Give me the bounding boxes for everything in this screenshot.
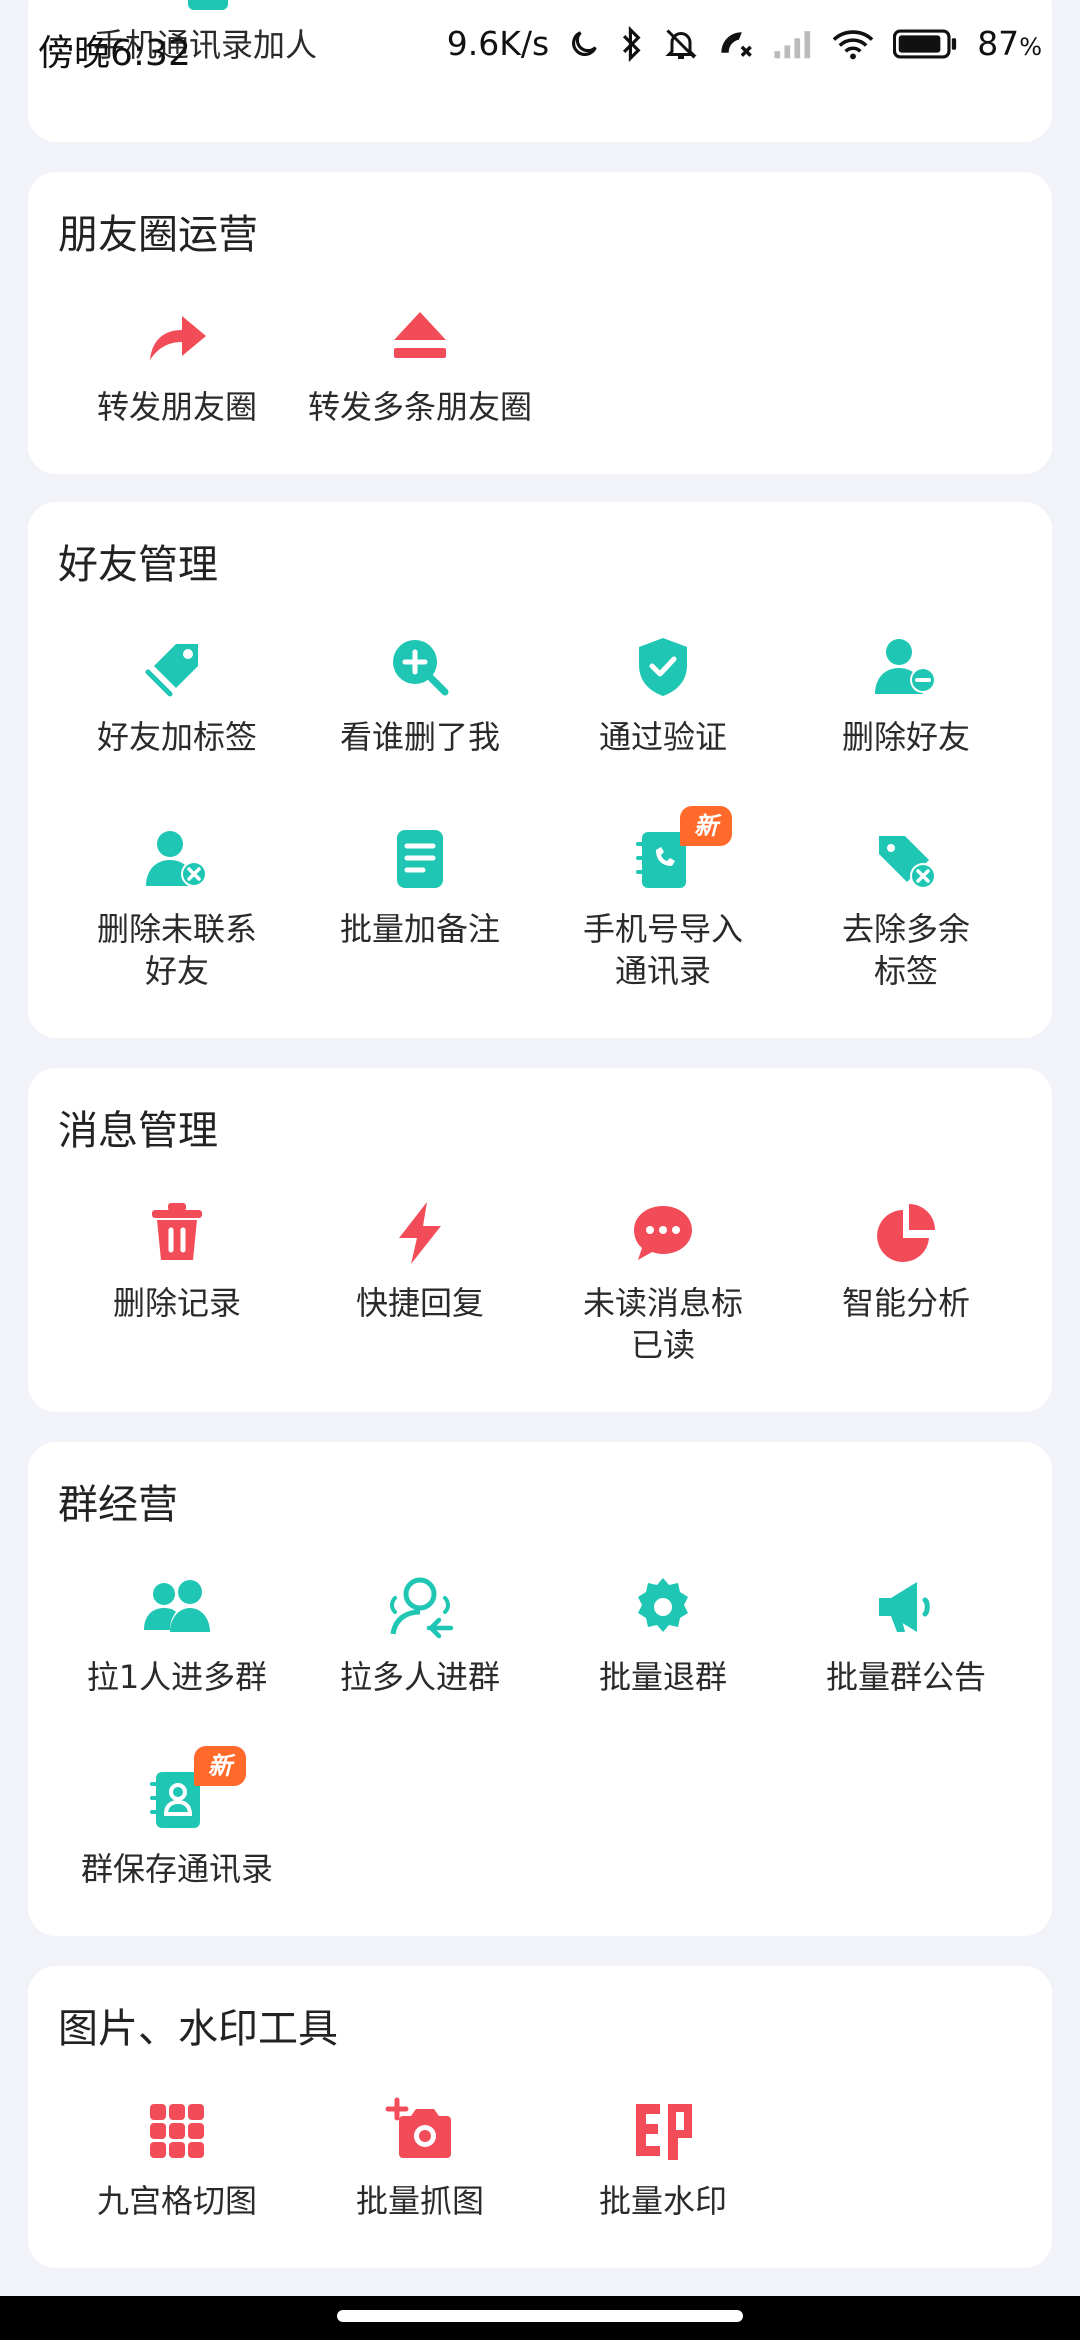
zoom-plus-tool[interactable]: 看谁删了我 (299, 632, 541, 758)
phonebook-icon (170, 0, 240, 22)
grid-icon (142, 2096, 212, 2166)
phonebook-icon: 新 (628, 806, 732, 894)
tags-icon (142, 632, 212, 702)
zoom-plus-icon (385, 632, 455, 702)
share-arrow-tool[interactable]: 转发朋友圈 (56, 302, 298, 428)
contact-book-icon: 新 (142, 1746, 246, 1834)
home-indicator (0, 2296, 1080, 2340)
item-label: 看谁删了我 (339, 718, 500, 756)
shield-check-icon (628, 632, 698, 702)
item-label: 去除多余 标签 (841, 910, 970, 990)
item-label: 快捷回复 (355, 1284, 484, 1322)
item-label: 群保存通讯录 (80, 1850, 273, 1888)
section-title: 群经营 (58, 1482, 178, 1528)
trash-icon (142, 1198, 212, 1268)
user-minus-tool[interactable]: 删除好友 (785, 632, 1027, 758)
item-label: 批量加备注 (339, 910, 500, 948)
section-title: 好友管理 (58, 542, 218, 588)
lightning-icon (385, 1198, 455, 1268)
item-label: 手机通讯录加人 (92, 26, 317, 64)
item-label: 通过验证 (598, 718, 727, 756)
item-label: 拉多人进群 (339, 1658, 500, 1696)
user-arrow-icon (385, 1572, 455, 1642)
item-label: 批量抓图 (355, 2182, 484, 2220)
trash-tool[interactable]: 删除记录 (56, 1198, 298, 1324)
section-groups: 群经营拉1人进多群 拉多人进群 批量退群 批量群公告新群保存通讯录 (28, 1442, 1052, 1936)
item-label: 删除记录 (112, 1284, 241, 1322)
item-label: 九宫格切图 (96, 2182, 257, 2220)
stamp-icon (628, 2096, 698, 2166)
home-bar[interactable] (337, 2310, 743, 2322)
gear-tool[interactable]: 批量退群 (542, 1572, 784, 1698)
chat-bubble-icon (628, 1198, 698, 1268)
item-label: 批量群公告 (825, 1658, 986, 1696)
camera-plus-tool[interactable]: 批量抓图 (299, 2096, 541, 2222)
section-title: 朋友圈运营 (58, 212, 258, 258)
card-contacts-add: 手机通讯录加人 (28, 0, 1052, 142)
new-badge: 新 (680, 806, 732, 846)
item-label: 未读消息标 已读 (582, 1284, 743, 1364)
group-users-tool[interactable]: 拉1人进多群 (56, 1572, 298, 1698)
section-friends: 好友管理好友加标签 看谁删了我 通过验证 删除好友删除未联系 好友 批量加备注 新手机号导… (28, 502, 1052, 1038)
item-label: 智能分析 (841, 1284, 970, 1322)
section-messages: 消息管理删除记录 快捷回复 未读消息标 已读 智能分析 (28, 1068, 1052, 1412)
section-moments: 朋友圈运营转发朋友圈 转发多条朋友圈 (28, 172, 1052, 474)
section-title: 图片、水印工具 (58, 2006, 338, 2052)
pie-chart-icon (871, 1198, 941, 1268)
contacts-add-item[interactable]: 手机通讯录加人 (84, 0, 326, 66)
item-label: 转发多条朋友圈 (307, 388, 532, 426)
item-label: 转发朋友圈 (96, 388, 257, 426)
contact-book-tool[interactable]: 新群保存通讯录 (56, 1746, 298, 1890)
tag-x-tool[interactable]: 去除多余 标签 (785, 824, 1027, 992)
item-label: 批量水印 (598, 2182, 727, 2220)
phonebook-tool[interactable]: 新手机号导入 通讯录 (542, 806, 784, 992)
shield-check-tool[interactable]: 通过验证 (542, 632, 784, 758)
eject-tool[interactable]: 转发多条朋友圈 (299, 302, 541, 428)
note-tool[interactable]: 批量加备注 (299, 824, 541, 950)
user-minus-icon (871, 632, 941, 702)
group-users-icon (142, 1572, 212, 1642)
user-x-icon (142, 824, 212, 894)
item-label: 批量退群 (598, 1658, 727, 1696)
item-label: 手机号导入 通讯录 (582, 910, 743, 990)
megaphone-tool[interactable]: 批量群公告 (785, 1572, 1027, 1698)
share-arrow-icon (142, 302, 212, 372)
gear-icon (628, 1572, 698, 1642)
item-label: 好友加标签 (96, 718, 257, 756)
note-icon (385, 824, 455, 894)
section-title: 消息管理 (58, 1108, 218, 1154)
pie-chart-tool[interactable]: 智能分析 (785, 1198, 1027, 1324)
item-label: 删除未联系 好友 (96, 910, 257, 990)
section-image-tools: 图片、水印工具九宫格切图 批量抓图 批量水印 (28, 1966, 1052, 2268)
chat-bubble-tool[interactable]: 未读消息标 已读 (542, 1198, 784, 1366)
user-arrow-tool[interactable]: 拉多人进群 (299, 1572, 541, 1698)
new-badge: 新 (194, 1746, 246, 1786)
lightning-tool[interactable]: 快捷回复 (299, 1198, 541, 1324)
stamp-tool[interactable]: 批量水印 (542, 2096, 784, 2222)
grid-tool[interactable]: 九宫格切图 (56, 2096, 298, 2222)
user-x-tool[interactable]: 删除未联系 好友 (56, 824, 298, 992)
camera-plus-icon (385, 2096, 455, 2166)
megaphone-icon (871, 1572, 941, 1642)
item-label: 拉1人进多群 (86, 1658, 268, 1696)
item-label: 删除好友 (841, 718, 970, 756)
tags-tool[interactable]: 好友加标签 (56, 632, 298, 758)
tag-x-icon (871, 824, 941, 894)
eject-icon (385, 302, 455, 372)
